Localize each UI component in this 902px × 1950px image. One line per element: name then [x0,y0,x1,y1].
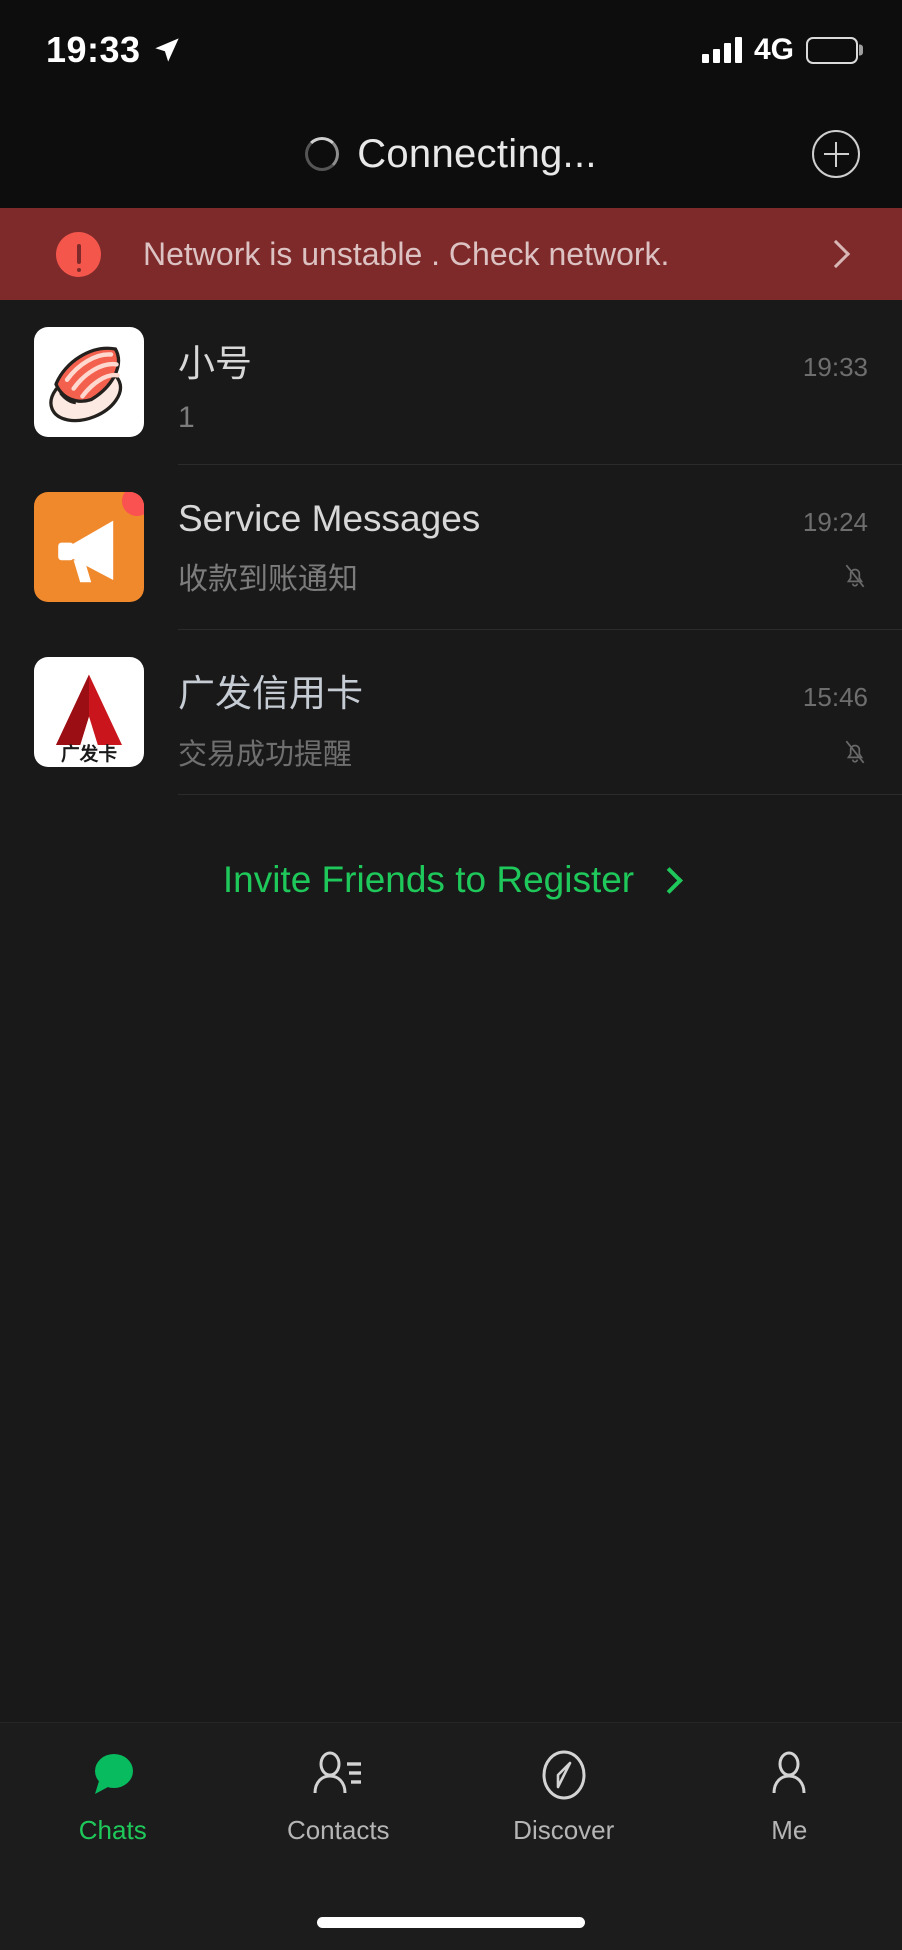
invite-friends-label: Invite Friends to Register [222,859,635,900]
chat-preview: 交易成功提醒 [178,739,353,771]
status-bar: 19:33 4G [0,0,902,100]
chat-item-body: Service Messages 19:24 收款到账通知 [178,465,902,630]
error-exclamation-icon [56,231,101,277]
cgb-bank-avatar: 广发卡 [34,657,144,767]
chat-item-body: 广发信用卡 15:46 交易成功提醒 [178,630,902,795]
chat-bubble-icon [85,1747,141,1803]
mute-bell-icon [842,561,868,591]
tab-label: Contacts [286,1815,390,1845]
chat-item-header: 广发信用卡 15:46 [178,630,868,717]
tab-label: Me [771,1815,808,1845]
mute-bell-icon [842,737,868,767]
tab-label: Chats [78,1815,147,1845]
sushi-nigiri-avatar [34,327,144,437]
network-type-label: 4G [753,33,794,66]
status-bar-left: 19:33 [46,29,181,71]
tab-discover[interactable]: Discover [451,1747,677,1846]
status-bar-right: 4G [701,33,858,67]
chat-item-preview-row: 1 [178,401,868,435]
chat-item-body: 小号 19:33 1 [178,300,902,465]
chat-list-item[interactable]: 小号 19:33 1 [0,300,902,465]
tab-chats[interactable]: Chats [0,1747,226,1846]
chat-preview: 收款到账通知 [178,563,358,596]
chevron-right-icon [821,239,851,269]
chat-name: Service Messages [178,498,481,539]
loading-spinner-icon [305,137,340,171]
chat-time: 19:33 [802,352,868,382]
contacts-person-icon [309,1747,367,1803]
chat-item-preview-row: 收款到账通知 [178,554,868,598]
tab-contacts[interactable]: Contacts [226,1747,452,1846]
nav-bar: Connecting... [0,100,902,208]
location-arrow-icon [153,36,181,64]
invite-friends-link[interactable]: Invite Friends to Register [0,795,902,965]
page-title: Connecting... [357,131,597,176]
chat-list-item[interactable]: Service Messages 19:24 收款到账通知 [0,465,902,630]
chevron-right-icon [656,866,684,894]
chat-name: 小号 [178,343,252,384]
home-bar [317,1916,585,1928]
empty-list-area [0,965,902,1722]
chat-list: 小号 19:33 1 Service Messages 19:24 收款到账通知… [0,300,902,795]
network-warning-text: Network is unstable . Check network. [143,235,670,272]
battery-icon [806,36,858,64]
megaphone-avatar [34,492,144,602]
signal-bars-icon [701,37,742,63]
status-time: 19:33 [46,29,141,70]
plus-circle-icon[interactable] [812,130,860,178]
network-warning-banner[interactable]: Network is unstable . Check network. [0,208,902,300]
svg-text:广发卡: 广发卡 [61,743,117,765]
bottom-tab-bar: Chats Contacts Discover Me [0,1722,902,1894]
chat-name: 广发信用卡 [178,673,363,714]
chat-time: 15:46 [802,682,868,712]
chat-item-header: 小号 19:33 [178,300,868,387]
chat-time: 19:24 [802,507,868,537]
home-indicator [0,1894,902,1950]
chat-item-header: Service Messages 19:24 [178,465,868,540]
chat-list-item[interactable]: 广发卡 广发信用卡 15:46 交易成功提醒 [0,630,902,795]
nav-title-group: Connecting... [305,132,597,177]
phone-screen: 19:33 4G Connecting... Network is unstab… [0,0,902,1950]
tab-me[interactable]: Me [677,1747,902,1846]
chat-item-preview-row: 交易成功提醒 [178,731,868,773]
compass-icon [537,1747,591,1803]
chat-preview: 1 [178,401,195,434]
person-icon [764,1747,814,1803]
tab-label: Discover [513,1815,615,1845]
